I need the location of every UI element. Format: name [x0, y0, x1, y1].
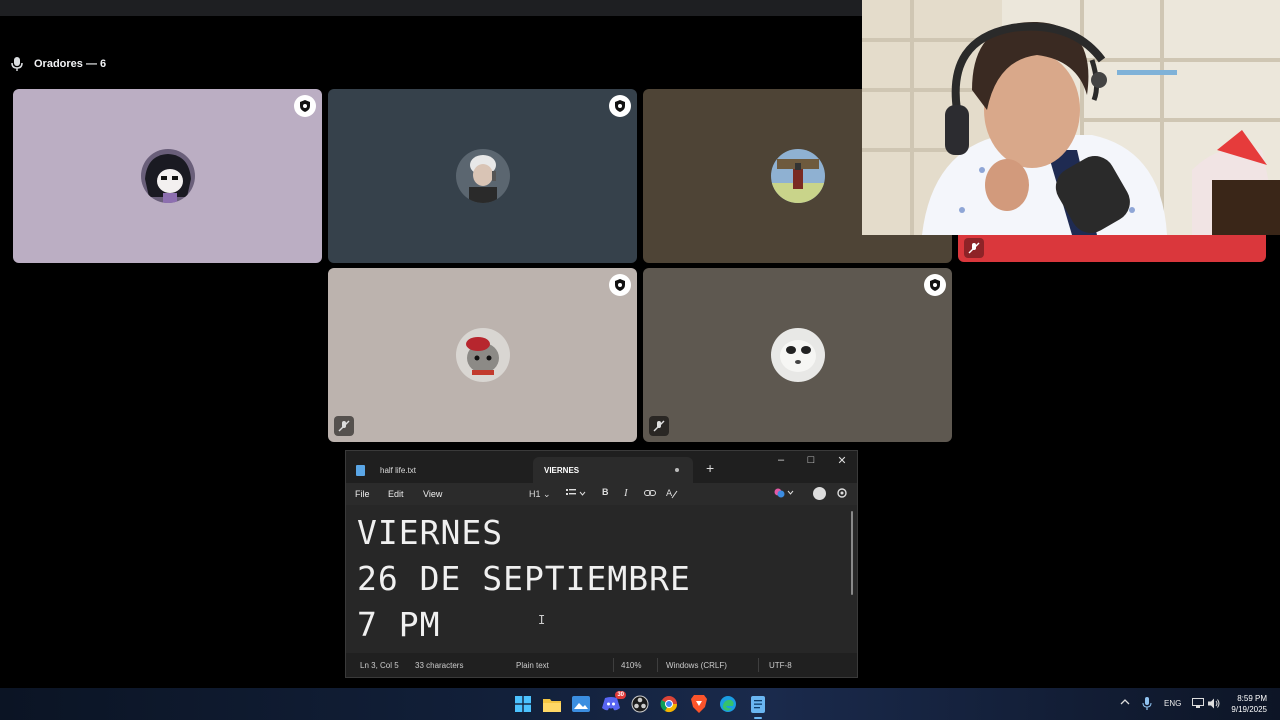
- text-cursor-icon: I: [538, 613, 546, 627]
- clock-time: 8:59 PM: [1237, 694, 1267, 703]
- stage-header: Oradores — 6: [10, 56, 106, 72]
- list-icon: [566, 489, 586, 496]
- text-editor[interactable]: VIERNES 26 DE SEPTIEMBRE 7 PM I: [346, 505, 857, 653]
- photos-app-icon[interactable]: [571, 694, 591, 714]
- italic-button[interactable]: I: [624, 487, 628, 499]
- clear-formatting-button[interactable]: A: [666, 487, 678, 501]
- status-bar: Ln 3, Col 5 33 characters Plain text 410…: [346, 653, 857, 677]
- volume-icon[interactable]: [1208, 698, 1221, 711]
- notepad-menubar: File Edit View H1 ⌄ B I A: [346, 483, 857, 505]
- speaker-badge-icon: [924, 274, 946, 296]
- notepad-titlebar[interactable]: half life.txt VIERNES + – □ ✕: [346, 451, 857, 483]
- status-characters: 33 characters: [415, 661, 464, 670]
- status-zoom[interactable]: 410%: [621, 661, 641, 670]
- avatar: [455, 149, 510, 203]
- speaker-tile[interactable]: [328, 89, 637, 263]
- discord-icon[interactable]: 30: [601, 691, 626, 714]
- speaker-badge-icon: [294, 95, 316, 117]
- notepad-file-icon: [356, 464, 365, 476]
- list-dropdown[interactable]: [566, 487, 586, 501]
- clock-date: 9/19/2025: [1231, 705, 1267, 714]
- editor-line: VIERNES: [357, 513, 504, 552]
- notepad-window[interactable]: half life.txt VIERNES + – □ ✕ File Edit …: [345, 450, 858, 678]
- status-divider: [613, 658, 614, 672]
- avatar: [770, 149, 825, 203]
- link-button[interactable]: [644, 487, 656, 501]
- menu-file[interactable]: File: [355, 489, 370, 499]
- editor-line: 7 PM: [357, 605, 441, 644]
- menu-edit[interactable]: Edit: [388, 489, 404, 499]
- tab-viernes[interactable]: VIERNES: [533, 457, 693, 483]
- clear-formatting-icon: A: [666, 489, 678, 499]
- chrome-icon[interactable]: [659, 694, 679, 714]
- tab-label: VIERNES: [544, 465, 580, 475]
- stage-speakers-title: Oradores — 6: [34, 58, 107, 70]
- account-icon[interactable]: [813, 487, 826, 500]
- close-button[interactable]: ✕: [827, 454, 857, 467]
- menu-view[interactable]: View: [423, 489, 442, 499]
- file-explorer-icon[interactable]: [542, 694, 562, 714]
- settings-gear-icon[interactable]: [836, 487, 848, 501]
- heading-dropdown[interactable]: H1 ⌄: [529, 489, 551, 500]
- language-indicator[interactable]: ENG: [1164, 699, 1181, 708]
- tab-half-life[interactable]: half life.txt: [346, 457, 531, 483]
- muted-mic-icon: [649, 416, 669, 436]
- link-icon: [644, 490, 656, 496]
- taskbar-clock[interactable]: 8:59 PM 9/19/2025: [1231, 693, 1267, 715]
- minimize-button[interactable]: –: [766, 454, 796, 466]
- muted-mic-icon: [334, 416, 354, 436]
- window-top-strip: [0, 0, 862, 16]
- windows-taskbar: 30 ENG 8:59 PM 9/19/2025: [0, 688, 1280, 720]
- speaker-tile[interactable]: [328, 268, 637, 442]
- notepad-taskbar-icon[interactable]: [748, 694, 768, 714]
- speaker-tile[interactable]: [13, 89, 322, 263]
- status-format[interactable]: Plain text: [516, 661, 549, 670]
- speaker-badge-icon: [609, 274, 631, 296]
- start-button[interactable]: [513, 694, 533, 714]
- maximize-button[interactable]: □: [796, 454, 826, 466]
- edge-icon[interactable]: [718, 694, 738, 714]
- brave-icon[interactable]: [689, 694, 709, 714]
- bold-button[interactable]: B: [602, 487, 609, 497]
- speaker-badge-icon: [609, 95, 631, 117]
- avatar: [455, 328, 510, 382]
- speaker-tile[interactable]: [643, 268, 952, 442]
- windows-logo-icon: [515, 696, 531, 712]
- status-divider: [758, 658, 759, 672]
- avatar: [770, 328, 825, 382]
- copilot-icon: [774, 488, 794, 498]
- avatar: [140, 149, 195, 203]
- muted-mic-icon: [964, 238, 984, 258]
- active-app-indicator: [754, 717, 762, 719]
- obs-icon[interactable]: [630, 694, 650, 714]
- vertical-scrollbar[interactable]: [851, 511, 853, 595]
- speaker-tile-highlight[interactable]: [958, 235, 1266, 262]
- status-divider: [657, 658, 658, 672]
- show-hidden-icons-chevron-icon[interactable]: [1120, 698, 1130, 708]
- microphone-tray-icon[interactable]: [1142, 697, 1152, 712]
- status-encoding[interactable]: UTF-8: [769, 661, 792, 670]
- tab-label: half life.txt: [380, 465, 417, 475]
- network-icon[interactable]: [1192, 698, 1204, 711]
- editor-line: 26 DE SEPTIEMBRE: [357, 559, 691, 598]
- unsaved-dot-icon[interactable]: [675, 468, 679, 472]
- status-line-ending[interactable]: Windows (CRLF): [666, 661, 727, 670]
- status-position: Ln 3, Col 5: [360, 661, 399, 670]
- webcam-feed: [862, 0, 1280, 235]
- copilot-dropdown[interactable]: [774, 487, 796, 501]
- new-tab-button[interactable]: +: [706, 460, 714, 476]
- discord-notification-badge: 30: [615, 691, 626, 699]
- microphone-icon: [11, 57, 23, 71]
- heading-label: H1: [529, 489, 541, 499]
